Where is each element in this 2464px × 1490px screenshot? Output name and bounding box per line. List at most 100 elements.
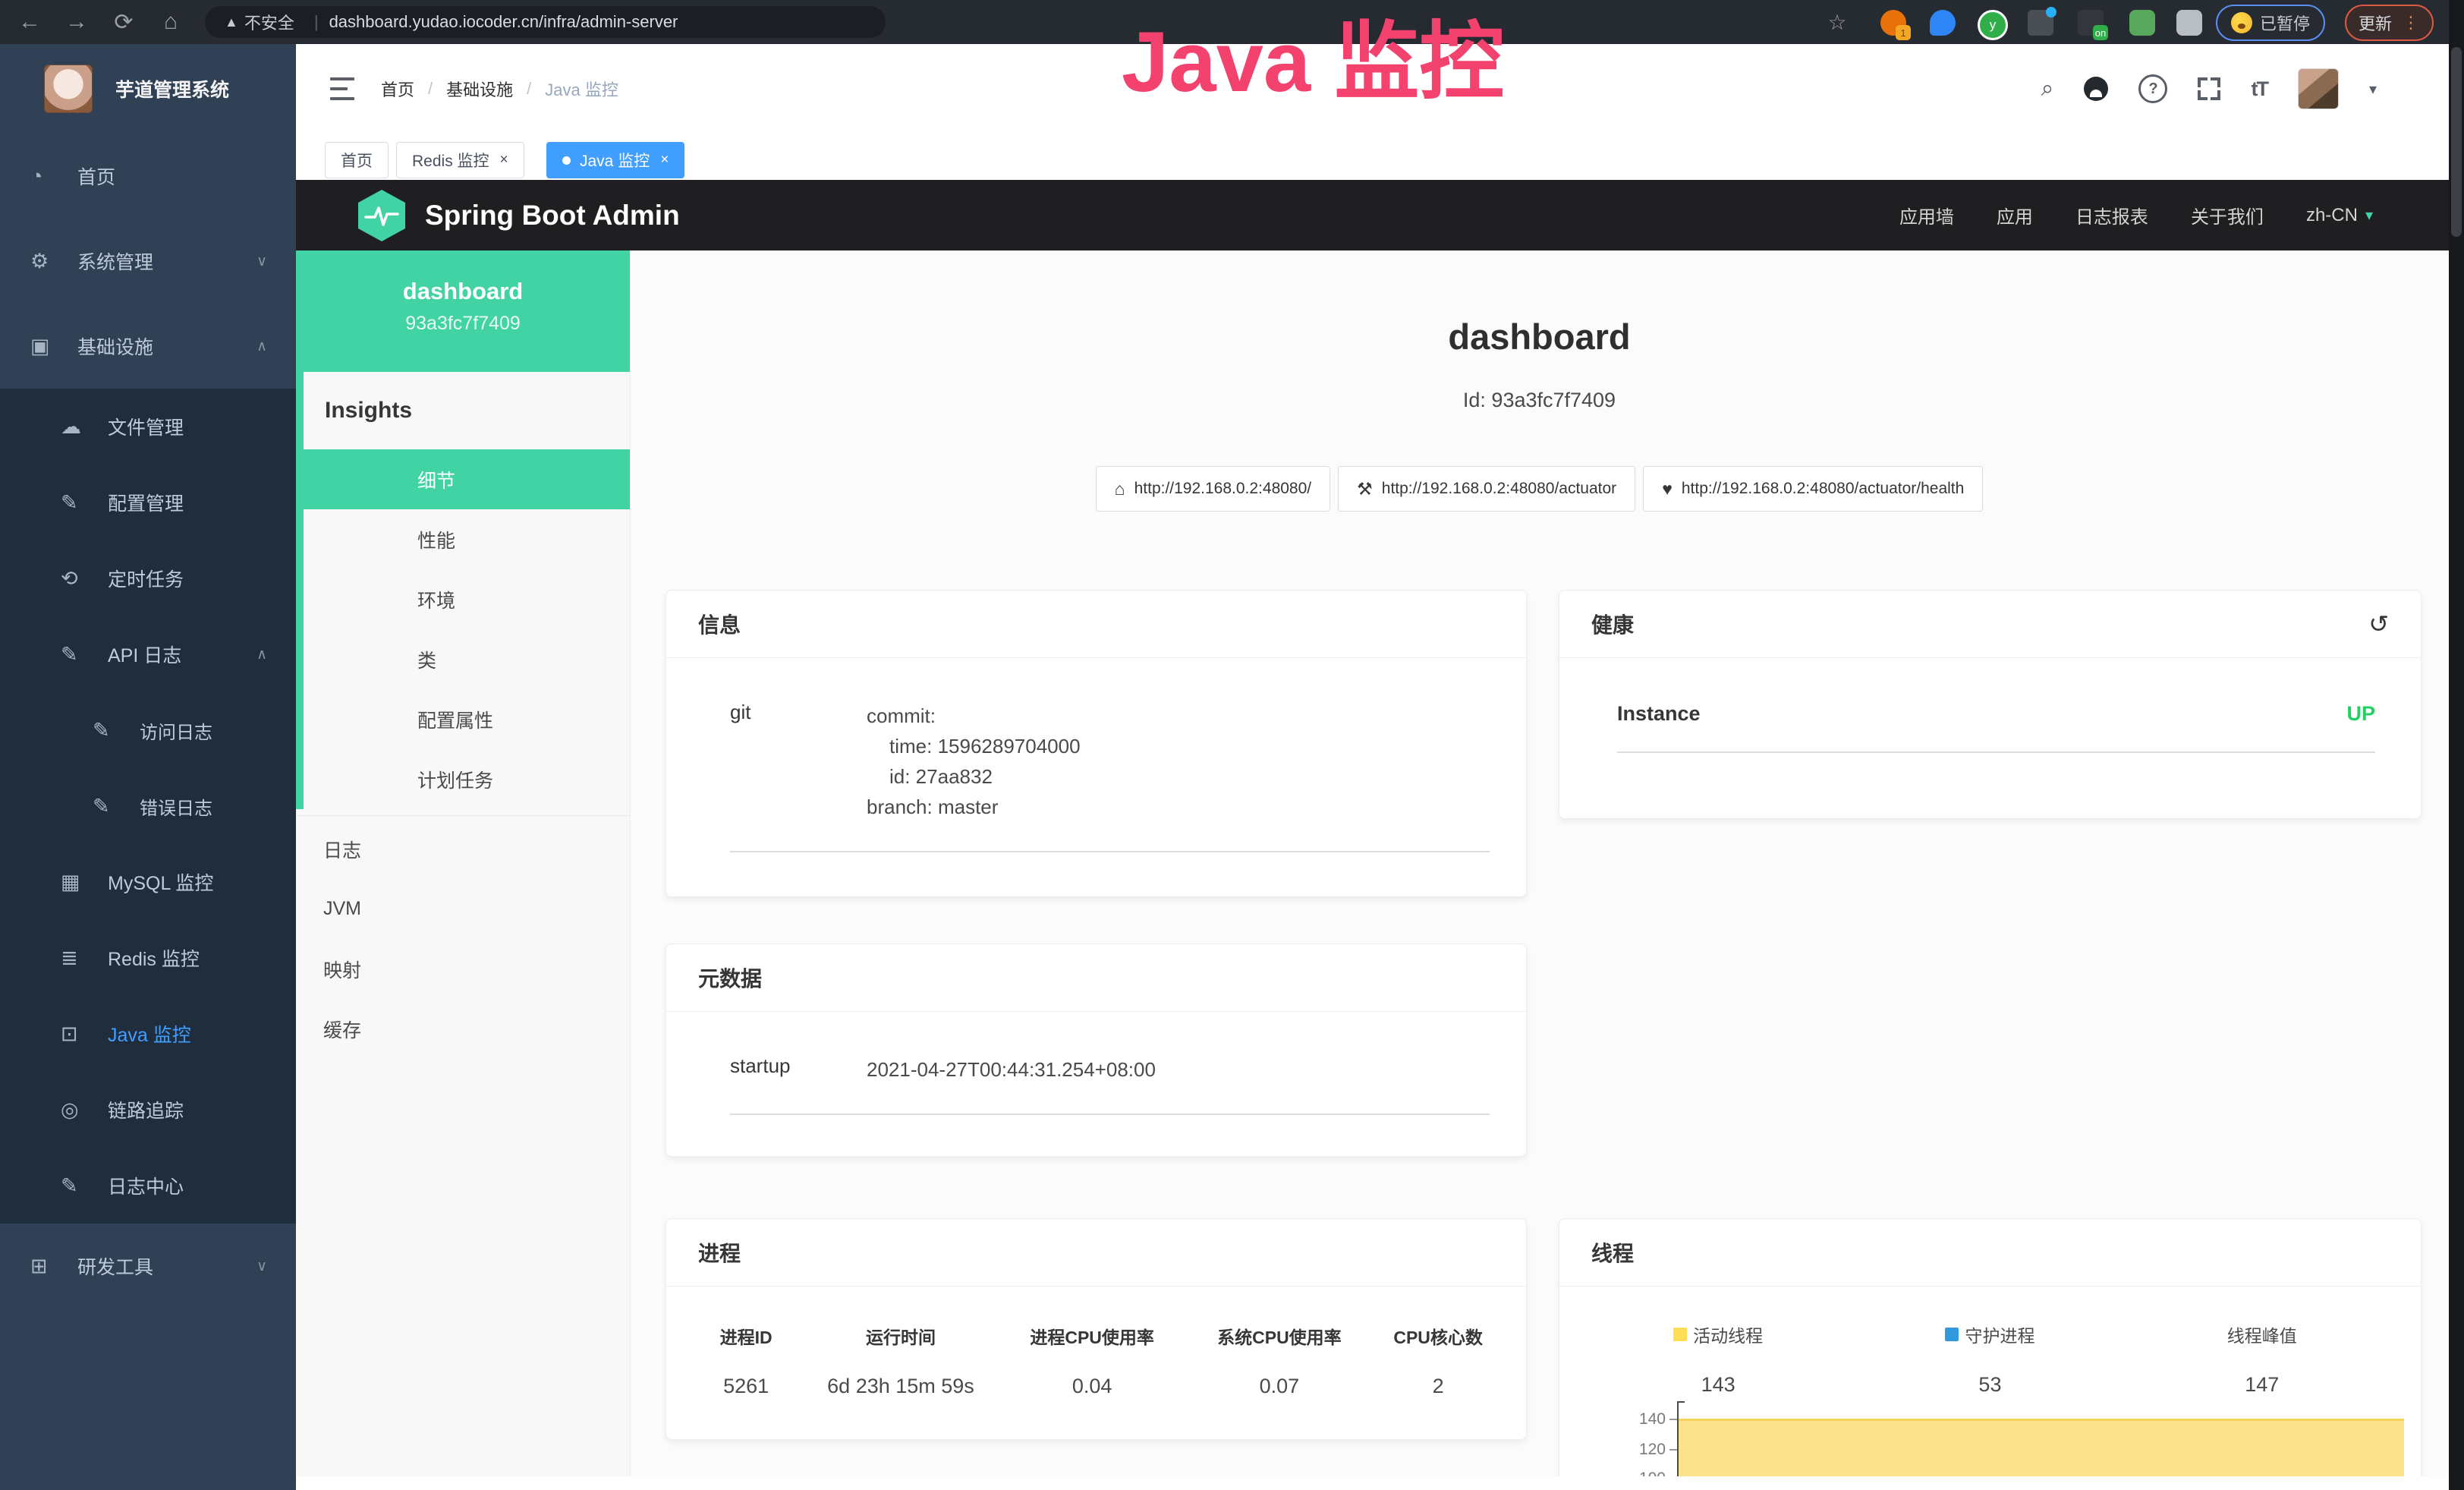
extension-list-icon[interactable]: on — [2078, 10, 2104, 36]
legend-label: 守护进程 — [1965, 1321, 2034, 1347]
sidebar-item-infra[interactable]: ▣ 基础设施 ∧ — [0, 304, 296, 389]
hamburger-icon[interactable] — [330, 77, 354, 100]
spring-boot-admin-logo[interactable] — [358, 190, 405, 241]
sba-language-select[interactable]: zh-CN ▾ — [2306, 205, 2373, 226]
service-url-button[interactable]: ⌂ http://192.168.0.2:48080/ — [1096, 466, 1330, 512]
close-icon[interactable]: × — [660, 152, 669, 169]
chevron-up-icon: ∧ — [256, 338, 267, 355]
sba-menu-scheduled-tasks[interactable]: 计划任务 — [304, 749, 630, 809]
sidebar-item-label: Java 监控 — [108, 1020, 191, 1047]
col-value: 5261 — [689, 1375, 803, 1398]
sba-nav-wall[interactable]: 应用墙 — [1899, 202, 1954, 228]
page-scrollbar[interactable] — [2449, 0, 2464, 1490]
extension-orange-icon[interactable]: 1 — [1880, 10, 1906, 36]
extension-badge-count: 1 — [1896, 25, 1911, 40]
breadcrumb-section[interactable]: 基础设施 — [446, 77, 513, 101]
wrench-icon: ⚒ — [1357, 479, 1373, 499]
browser-menu-icon[interactable]: ⋮ — [2403, 13, 2420, 33]
help-icon[interactable]: ? — [2138, 74, 2167, 103]
breadcrumb-current: Java 监控 — [545, 77, 618, 101]
sidebar-item-label: 定时任务 — [108, 565, 184, 592]
address-bar[interactable]: ▲ 不安全 | dashboard.yudao.iocoder.cn/infra… — [205, 6, 886, 38]
sidebar-item-home[interactable]: ◔ 首页 — [0, 134, 296, 219]
sidebar-item-scheduled-job[interactable]: ⟲ 定时任务 — [0, 540, 296, 616]
sba-menu-caches[interactable]: 缓存 — [296, 999, 630, 1059]
sidebar-item-api-log[interactable]: ✎ API 日志 ∧ — [0, 616, 296, 692]
extension-y-icon[interactable]: y — [1978, 10, 2008, 40]
sba-menu-logging[interactable]: 日志 — [296, 819, 630, 879]
annotation-text: Java 监控 — [1122, 2, 1504, 123]
card-title-text: 线程 — [1591, 1237, 1634, 1268]
search-icon[interactable]: ⌕ — [2041, 76, 2054, 102]
health-instance-row[interactable]: Instance UP — [1617, 702, 2375, 753]
close-icon[interactable]: × — [500, 152, 508, 169]
fullscreen-icon[interactable] — [2198, 77, 2220, 100]
sidebar-item-java-monitor[interactable]: ⊡ Java 监控 — [0, 996, 296, 1072]
tab-java-monitor[interactable]: Java 监控 × — [546, 142, 684, 178]
process-table: 进程ID 5261 运行时间 6d 23h 15m 59s 进程CPU使用率 0… — [666, 1323, 1526, 1398]
actuator-url-button[interactable]: ⚒ http://192.168.0.2:48080/actuator — [1338, 466, 1635, 512]
paused-label: 已暂停 — [2260, 11, 2310, 35]
process-col-uptime: 运行时间 6d 23h 15m 59s — [803, 1323, 999, 1398]
sba-nav-applications[interactable]: 应用 — [1997, 202, 2033, 228]
extension-grid-icon[interactable] — [2028, 10, 2053, 36]
sidebar-item-label: 系统管理 — [77, 247, 153, 275]
sba-menu-config-props[interactable]: 配置属性 — [304, 689, 630, 749]
security-warning[interactable]: ▲ 不安全 — [225, 10, 294, 34]
sidebar-item-trace[interactable]: ◎ 链路追踪 — [0, 1072, 296, 1148]
instance-id-line: Id: 93a3fc7f7409 — [630, 389, 2449, 412]
breadcrumb-home[interactable]: 首页 — [381, 77, 414, 101]
sidebar-item-log-center[interactable]: ✎ 日志中心 — [0, 1148, 296, 1224]
row-divider — [730, 1114, 1490, 1115]
reload-icon[interactable]: ⟳ — [100, 9, 147, 36]
github-icon[interactable] — [2084, 77, 2108, 101]
sidebar-item-config-manage[interactable]: ✎ 配置管理 — [0, 465, 296, 540]
extensions-puzzle-icon[interactable] — [2176, 10, 2202, 36]
sba-menu-classes[interactable]: 类 — [304, 629, 630, 689]
extension-pin-icon[interactable] — [1930, 10, 1956, 36]
sba-brand-title[interactable]: Spring Boot Admin — [425, 200, 680, 232]
card-title-text: 健康 — [1591, 609, 1634, 639]
tab-redis-monitor[interactable]: Redis 监控 × — [396, 142, 524, 178]
paused-chip[interactable]: 已暂停 — [2216, 5, 2325, 41]
sba-nav-journal[interactable]: 日志报表 — [2075, 202, 2148, 228]
sidebar-item-mysql-monitor[interactable]: ▦ MySQL 监控 — [0, 844, 296, 920]
sba-menu-environment[interactable]: 环境 — [304, 569, 630, 629]
sidebar-item-redis-monitor[interactable]: ≣ Redis 监控 — [0, 920, 296, 996]
tab-home[interactable]: 首页 — [325, 142, 389, 178]
avatar-caret-icon[interactable]: ▾ — [2369, 80, 2377, 99]
sidebar-item-access-log[interactable]: ✎ 访问日志 — [0, 692, 296, 768]
back-icon[interactable]: ← — [6, 9, 53, 35]
sidebar-item-label: 基础设施 — [77, 332, 153, 360]
sba-menu-details[interactable]: 细节 — [296, 449, 630, 509]
home-icon[interactable]: ⌂ — [147, 9, 194, 35]
scrollbar-thumb[interactable] — [2451, 47, 2462, 237]
forward-icon[interactable]: → — [53, 9, 100, 35]
font-size-icon[interactable]: tT — [2251, 77, 2267, 101]
process-col-pid: 进程ID 5261 — [689, 1323, 803, 1398]
git-time-line: time: 1596289704000 — [867, 731, 1081, 761]
app-logo-row[interactable]: 芋道管理系统 — [0, 44, 296, 134]
sidebar-item-system[interactable]: ⚙ 系统管理 ∨ — [0, 219, 296, 304]
sba-menu-mappings[interactable]: 映射 — [296, 939, 630, 999]
history-icon: ⟲ — [61, 567, 100, 591]
col-header: 系统CPU使用率 — [1186, 1323, 1374, 1349]
sba-menu-jvm[interactable]: JVM — [296, 879, 630, 939]
history-icon[interactable]: ↺ — [2368, 610, 2389, 638]
health-url-button[interactable]: ♥ http://192.168.0.2:48080/actuator/heal… — [1643, 466, 1983, 512]
bookmark-star-icon[interactable]: ☆ — [1814, 10, 1861, 35]
browser-update-button[interactable]: 更新 ⋮ — [2345, 5, 2434, 41]
health-url: http://192.168.0.2:48080/actuator/health — [1682, 480, 1964, 498]
sidebar-item-dev-tools[interactable]: ⊞ 研发工具 ∨ — [0, 1224, 296, 1309]
chevron-down-icon: ∨ — [256, 1258, 267, 1275]
sidebar-item-error-log[interactable]: ✎ 错误日志 — [0, 768, 296, 844]
col-value: 0.04 — [999, 1375, 1186, 1398]
sba-instance-header[interactable]: dashboard 93a3fc7f7409 — [296, 250, 630, 372]
sba-nav-about[interactable]: 关于我们 — [2191, 202, 2264, 228]
cloud-upload-icon: ☁ — [61, 415, 100, 439]
sba-navbar: Spring Boot Admin 应用墙 应用 日志报表 关于我们 zh-CN… — [296, 180, 2449, 250]
extension-leaf-icon[interactable] — [2129, 10, 2155, 36]
sidebar-item-file-manage[interactable]: ☁ 文件管理 — [0, 389, 296, 465]
user-avatar[interactable] — [2298, 68, 2339, 109]
sba-menu-metrics[interactable]: 性能 — [304, 509, 630, 569]
